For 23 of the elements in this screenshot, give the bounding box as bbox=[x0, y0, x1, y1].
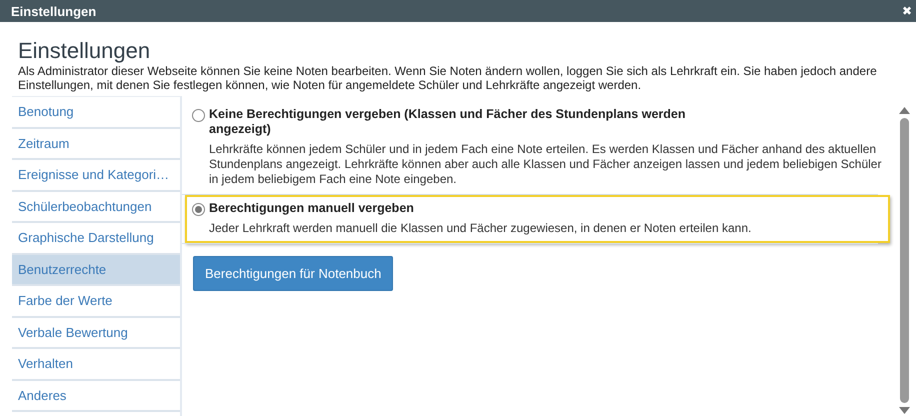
sidebar-item[interactable]: Benutzerrechte bbox=[12, 254, 180, 286]
sidebar-item[interactable]: Verhalten bbox=[12, 349, 180, 380]
sidebar-item[interactable]: Farbe der Werte bbox=[12, 286, 180, 318]
close-button[interactable]: ✖ bbox=[902, 4, 912, 18]
sidebar-item[interactable]: Anderes bbox=[12, 380, 180, 412]
sidebar-item[interactable]: Schülerbeobachtungen bbox=[12, 192, 180, 223]
window-title: Einstellungen bbox=[11, 4, 96, 18]
radio-button[interactable] bbox=[192, 203, 205, 216]
permissions-button[interactable]: Berechtigungen für Notenbuch bbox=[193, 256, 394, 291]
option-description: Jeder Lehrkraft werden manuell die Klassen und Fächer zugewiesen, in denen er Noten erteilen kann. bbox=[209, 221, 752, 236]
page-title: Einstellungen bbox=[18, 38, 152, 64]
option-label: Keine Berechtigungen vergeben (Klassen und Fächer des Stundenplans werden angezeigt) bbox=[209, 107, 686, 137]
option-label: Berechtigungen manuell vergeben bbox=[209, 201, 415, 216]
sidebar-item[interactable]: Verbale Bewertung bbox=[12, 318, 180, 349]
scrollbar-thumb[interactable] bbox=[900, 118, 908, 403]
description: Als Administrator dieser Webseite können Sie keine Noten bearbeiten. Wenn Sie Noten ändern wollen, loggen Sie sich als Lehrkraft ein. Sie haben jedoch andere Einstellungen, mit denen Sie festlegen können, wie Noten für angemeldete Schüler und Lehrkräfte angezeigt werden. bbox=[18, 64, 878, 92]
sidebar-item[interactable]: Benotung bbox=[12, 97, 180, 128]
sidebar-item[interactable]: Ereignisse und Kategori… bbox=[12, 160, 180, 192]
sidebar-item[interactable]: Zeitraum bbox=[12, 128, 180, 160]
scroll-up-icon[interactable] bbox=[898, 107, 910, 114]
option-description: Lehrkräfte können jedem Schüler und in jedem Fach eine Note erteilen. Es werden Klassen und Fächer anhand des aktuellen Stundenplans angezeigt. Lehrkräfte können aber auch alle Klassen und Fächer anzeigen lassen und jedem beliebigen Schüler in jedem beliebigem Fach eine Note eingeben. bbox=[209, 142, 882, 187]
scroll-down-icon[interactable] bbox=[898, 407, 910, 414]
radio-button[interactable] bbox=[192, 109, 205, 122]
